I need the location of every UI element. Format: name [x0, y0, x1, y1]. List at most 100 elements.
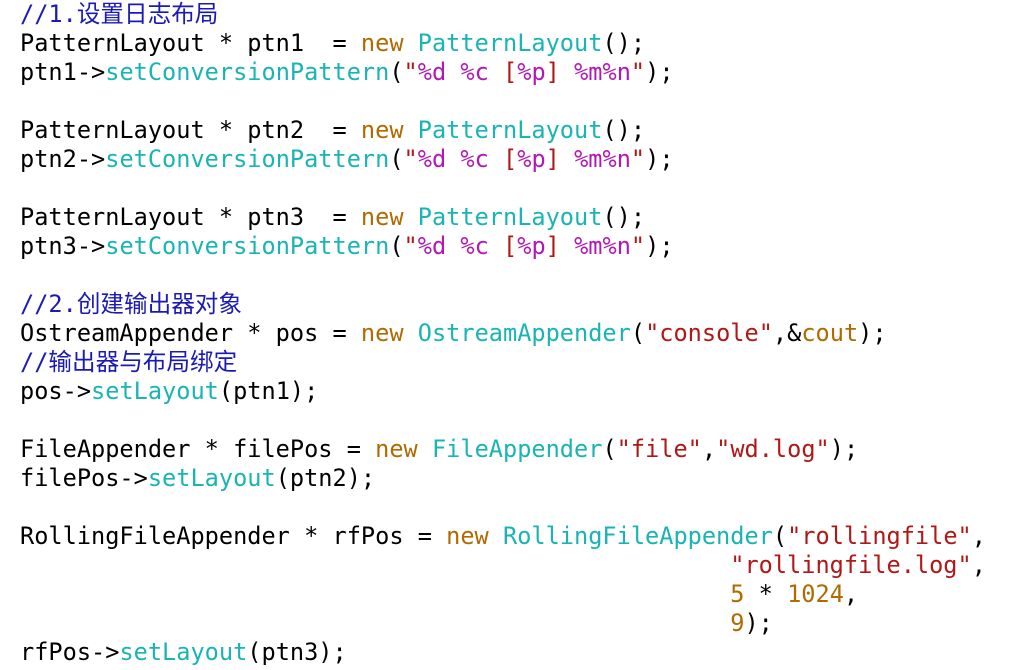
code-token-string: " — [630, 232, 646, 260]
code-token-plain: OstreamAppender * pos = — [20, 319, 361, 347]
code-token-plain: PatternLayout * ptn3 = — [20, 203, 361, 231]
code-token-plain: ( — [630, 319, 646, 347]
code-token-keyword: new — [360, 116, 404, 144]
code-token-string: ] — [545, 232, 575, 260]
code-token-format: %p — [517, 232, 546, 260]
code-token-plain: ( — [772, 522, 788, 550]
code-token-plain: , — [971, 522, 986, 550]
code-token-plain: ( — [389, 232, 404, 260]
code-token-keyword: new — [360, 203, 404, 231]
code-token-format: %p — [517, 145, 546, 173]
code-token-string: " — [630, 58, 646, 86]
code-token-comment: //输出器与布局绑定 — [20, 348, 238, 376]
code-token-plain: RollingFileAppender * rfPos = — [20, 522, 447, 550]
code-line: 9); — [20, 609, 773, 638]
code-token-string: " — [403, 58, 418, 86]
code-token-plain: (); — [602, 203, 646, 231]
code-token-string: ] — [545, 58, 575, 86]
code-line: ptn1->setConversionPattern("%d %c [%p] %… — [20, 58, 674, 87]
code-token-plain: rfPos-> — [20, 638, 120, 666]
code-token-plain: FileAppender * filePos = — [20, 435, 376, 463]
code-token-string: " — [403, 145, 418, 173]
code-token-format: %c — [460, 145, 489, 173]
code-token-string: " — [403, 232, 418, 260]
code-line: PatternLayout * ptn1 = new PatternLayout… — [20, 29, 645, 58]
code-token-function: PatternLayout — [417, 203, 603, 231]
code-token-comment: //2.创建输出器对象 — [20, 290, 242, 318]
code-token-plain: PatternLayout * ptn1 = — [20, 29, 361, 57]
code-token-plain: ); — [645, 145, 674, 173]
code-token-keyword: 9 — [730, 609, 745, 637]
code-line: 5 * 1024, — [20, 580, 858, 609]
code-token-format: %c — [460, 232, 489, 260]
code-line: RollingFileAppender * rfPos = new Rollin… — [20, 522, 986, 551]
code-token-function: PatternLayout — [417, 116, 603, 144]
code-line: ptn3->setConversionPattern("%d %c [%p] %… — [20, 232, 674, 261]
code-line: //1.设置日志布局 — [20, 0, 218, 29]
code-token-function: RollingFileAppender — [502, 522, 773, 550]
code-token-string — [446, 58, 460, 86]
code-token-format: %d — [417, 232, 447, 260]
code-token-string — [446, 145, 460, 173]
code-token-string: " — [630, 145, 646, 173]
code-editor[interactable]: //1.设置日志布局 PatternLayout * ptn1 = new Pat… — [0, 0, 1025, 670]
code-token-format: %p — [517, 58, 546, 86]
code-line: OstreamAppender * pos = new OstreamAppen… — [20, 319, 887, 348]
code-token-string: "file" — [616, 435, 702, 463]
code-token-function: FileAppender — [431, 435, 603, 463]
code-token-string: [ — [488, 145, 518, 173]
code-token-function: setConversionPattern — [105, 58, 390, 86]
code-token-function: setLayout — [147, 464, 276, 492]
code-token-plain: ptn3-> — [20, 232, 106, 260]
code-token-plain: ( — [602, 435, 617, 463]
code-token-format: %m%n — [574, 58, 631, 86]
code-token-plain: ( — [389, 58, 404, 86]
code-token-plain: ); — [829, 435, 859, 463]
code-token-plain: (); — [602, 116, 646, 144]
code-token-string: "console" — [645, 319, 773, 347]
code-token-keyword: 5 — [730, 580, 745, 608]
code-token-keyword: new — [360, 29, 404, 57]
code-token-plain: PatternLayout * ptn2 = — [20, 116, 361, 144]
code-token-format: %m%n — [574, 145, 631, 173]
code-token-plain: ); — [744, 609, 773, 637]
code-token-plain: ); — [645, 58, 674, 86]
code-token-format: %d — [417, 145, 447, 173]
code-token-plain: ptn1-> — [20, 58, 106, 86]
code-token-plain: (ptn1); — [218, 377, 319, 405]
code-token-plain: , — [971, 551, 986, 579]
code-token-string: "wd.log" — [716, 435, 830, 463]
code-line: //2.创建输出器对象 — [20, 290, 242, 319]
code-token-plain: filePos-> — [20, 464, 148, 492]
code-token-keyword: 1024 — [787, 580, 844, 608]
code-line: PatternLayout * ptn2 = new PatternLayout… — [20, 116, 645, 145]
code-token-string — [446, 232, 460, 260]
code-token-function: setConversionPattern — [105, 145, 390, 173]
code-token-plain: ptn2-> — [20, 145, 106, 173]
code-token-comment: //1.设置日志布局 — [20, 0, 219, 28]
code-line: pos->setLayout(ptn1); — [20, 377, 318, 406]
code-line: filePos->setLayout(ptn2); — [20, 464, 375, 493]
code-token-keyword: new — [360, 319, 404, 347]
code-token-plain: ); — [645, 232, 674, 260]
code-token-string: "rollingfile.log" — [730, 551, 972, 579]
code-token-function: PatternLayout — [417, 29, 603, 57]
code-line: PatternLayout * ptn3 = new PatternLayout… — [20, 203, 645, 232]
code-token-plain: ,& — [772, 319, 802, 347]
code-token-keyword: cout — [801, 319, 859, 347]
code-token-plain: ( — [389, 145, 404, 173]
code-token-plain: , — [701, 435, 717, 463]
code-token-format: %d — [417, 58, 447, 86]
code-token-function: setLayout — [91, 377, 219, 405]
code-token-plain: (ptn3); — [247, 638, 347, 666]
code-token-function: setConversionPattern — [105, 232, 390, 260]
code-token-format: %c — [460, 58, 489, 86]
code-token-string: "rollingfile" — [787, 522, 972, 550]
code-token-string: ] — [545, 145, 575, 173]
code-token-keyword: new — [446, 522, 489, 550]
